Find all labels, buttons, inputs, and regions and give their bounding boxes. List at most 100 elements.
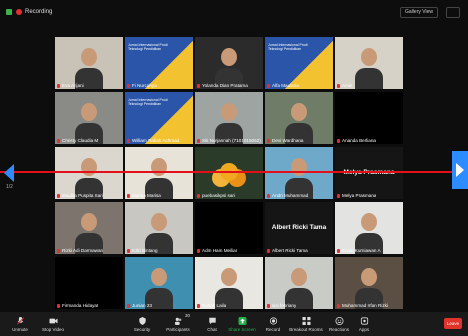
participant-tile[interactable]: Yolanda Dian Pratama	[195, 37, 263, 89]
participant-name: Marisa Marisa	[132, 193, 161, 198]
participant-tile[interactable]: Melya PrasmanaMelya Prasmana	[335, 147, 403, 199]
muted-mic-icon	[337, 83, 340, 88]
participant-tile[interactable]: Jurnal Internasional Prodi Teknologi Pen…	[125, 92, 193, 144]
view-button[interactable]: Gallery View	[400, 7, 438, 18]
participant-name: Siti Nurjannah (7101015062)	[202, 138, 261, 143]
participant-name-tag: Amin	[337, 83, 352, 88]
participant-video	[335, 92, 403, 144]
participant-tile[interactable]: Maulita Puspita Sari	[55, 147, 123, 199]
participant-name-tag: Adm Ham Meiliar	[197, 248, 237, 253]
participant-video	[195, 202, 263, 254]
breakout-rooms-button[interactable]: Breakout Rooms	[288, 312, 324, 336]
participant-tile[interactable]: Kahrdi Laila	[195, 257, 263, 309]
recording-label: Recording	[25, 9, 53, 15]
participant-tile[interactable]: Andri Muhammad	[265, 147, 333, 199]
participant-tile[interactable]: Muhammad Irfan Rizki	[335, 257, 403, 309]
banner-text: Jurnal Internasional Prodi Teknologi Pen…	[268, 43, 308, 51]
stop-video-button[interactable]: Stop Video	[38, 312, 68, 336]
participant-name-tag: Junian 23	[127, 303, 152, 308]
previous-page-arrow-icon[interactable]	[2, 162, 16, 184]
participant-tile[interactable]: Ezki Bintang	[125, 202, 193, 254]
muted-mic-icon	[197, 193, 200, 198]
leave-button[interactable]: Leave	[444, 318, 462, 329]
participant-tile[interactable]: Erwin Kurniawan A	[335, 202, 403, 254]
shield-icon	[138, 316, 146, 325]
participant-tile[interactable]: sisi febriany	[265, 257, 333, 309]
chat-bubble-icon	[208, 317, 216, 324]
record-label: Record	[265, 326, 281, 332]
breakout-rooms-label: Breakout Rooms	[289, 326, 323, 332]
participant-tile[interactable]: Siti Nurjannah (7101015062)	[195, 92, 263, 144]
participant-tile[interactable]: Amin	[335, 37, 403, 89]
participant-name: Fi Nurcahya	[132, 83, 157, 88]
unmute-button[interactable]: Unmute	[6, 312, 34, 336]
participant-tile[interactable]: Adm Ham Meiliar	[195, 202, 263, 254]
participant-name: Rizki Adi Darmawan	[62, 248, 104, 253]
security-label: Security	[133, 326, 151, 332]
participant-tile[interactable]: Jurnal Internasional Prodi Teknologi Pen…	[125, 37, 193, 89]
muted-mic-icon	[127, 83, 130, 88]
next-page-button[interactable]	[452, 151, 468, 189]
muted-mic-icon	[267, 303, 270, 308]
participant-name: Maulita Puspita Sari	[62, 193, 103, 198]
muted-mic-icon	[197, 303, 200, 308]
banner-text: Jurnal Internasional Prodi Teknologi Pen…	[128, 98, 168, 106]
reactions-button[interactable]: Reactions	[325, 312, 353, 336]
participant-tile[interactable]: Eva Arijani	[55, 37, 123, 89]
participant-name-tag: Albert Ricki Tama	[267, 248, 308, 253]
apps-button[interactable]: Apps	[354, 312, 374, 336]
participant-tile[interactable]: Devi Wardhana	[265, 92, 333, 144]
security-button[interactable]: Security	[128, 312, 156, 336]
banner-text: Jurnal Internasional Prodi Teknologi Pen…	[128, 43, 168, 51]
participant-tile[interactable]: Rizki Adi Darmawan	[55, 202, 123, 254]
participant-name-tag: Ananda Berliana	[337, 138, 376, 143]
participant-tile[interactable]: Christy Claudia M	[55, 92, 123, 144]
apps-icon	[360, 316, 368, 325]
participant-tile[interactable]: Jurnal Internasional Prodi Teknologi Pen…	[265, 37, 333, 89]
muted-mic-icon	[267, 193, 270, 198]
participant-name-tag: Firmanda Hidayat	[57, 303, 98, 308]
participant-name-tag: Rizki Adi Darmawan	[57, 248, 103, 253]
participant-name-tag: Fi Nurcahya	[127, 83, 157, 88]
participant-name-tag: Ezki Bintang	[127, 248, 158, 253]
participant-tile[interactable]: Firmanda Hidayat	[55, 257, 123, 309]
participant-tile[interactable]: Albert Ricki Tama Albert Ricki Tama	[265, 202, 333, 254]
muted-mic-icon	[337, 138, 340, 143]
participant-tile[interactable]: puebasikpsi sari	[195, 147, 263, 199]
fullscreen-button[interactable]	[446, 7, 460, 18]
participant-tile[interactable]: Junian 23	[125, 257, 193, 309]
recording-icon	[16, 9, 22, 15]
participant-name-tag: Alfa Maulana	[267, 83, 299, 88]
gallery-grid: Eva Arijani Jurnal Internasional Prodi Te…	[55, 37, 405, 309]
participant-name-tag: sisi febriany	[267, 303, 296, 308]
participant-name: Junian 23	[132, 303, 152, 308]
muted-mic-icon	[57, 138, 60, 143]
muted-mic-icon	[337, 248, 340, 253]
participant-name: Ananda Berliana	[342, 138, 376, 143]
muted-mic-icon	[267, 248, 270, 253]
muted-mic-icon	[127, 303, 130, 308]
chat-button[interactable]: Chat	[202, 312, 222, 336]
participant-tile[interactable]: Marisa Marisa	[125, 147, 193, 199]
record-button[interactable]: Record	[263, 312, 283, 336]
participant-display-name: Albert Ricki Tama	[271, 224, 327, 231]
muted-mic-icon	[127, 248, 130, 253]
participant-name-tag: Melya Prasmana	[337, 193, 376, 198]
participant-name: Erwin Kurniawan A	[342, 248, 381, 253]
smiley-icon	[335, 316, 343, 325]
muted-mic-icon	[57, 83, 60, 88]
muted-mic-icon	[127, 193, 130, 198]
participant-name-tag: Christy Claudia M	[57, 138, 98, 143]
participant-silhouette	[355, 68, 383, 89]
chat-label: Chat	[207, 326, 217, 332]
reactions-label: Reactions	[328, 326, 349, 332]
share-screen-button[interactable]: Share Screen	[228, 312, 256, 336]
participants-count: 30	[185, 313, 191, 318]
zoom-meeting-window: Recording Gallery View Eva Arijani Jurnal…	[0, 0, 468, 336]
security-shield-icon[interactable]	[6, 9, 12, 15]
microphone-muted-icon	[16, 316, 24, 325]
muted-mic-icon	[57, 303, 60, 308]
participant-tile[interactable]: Ananda Berliana	[335, 92, 403, 144]
share-screen-label: Share Screen	[228, 326, 256, 332]
page-number: 1/2	[6, 184, 13, 190]
